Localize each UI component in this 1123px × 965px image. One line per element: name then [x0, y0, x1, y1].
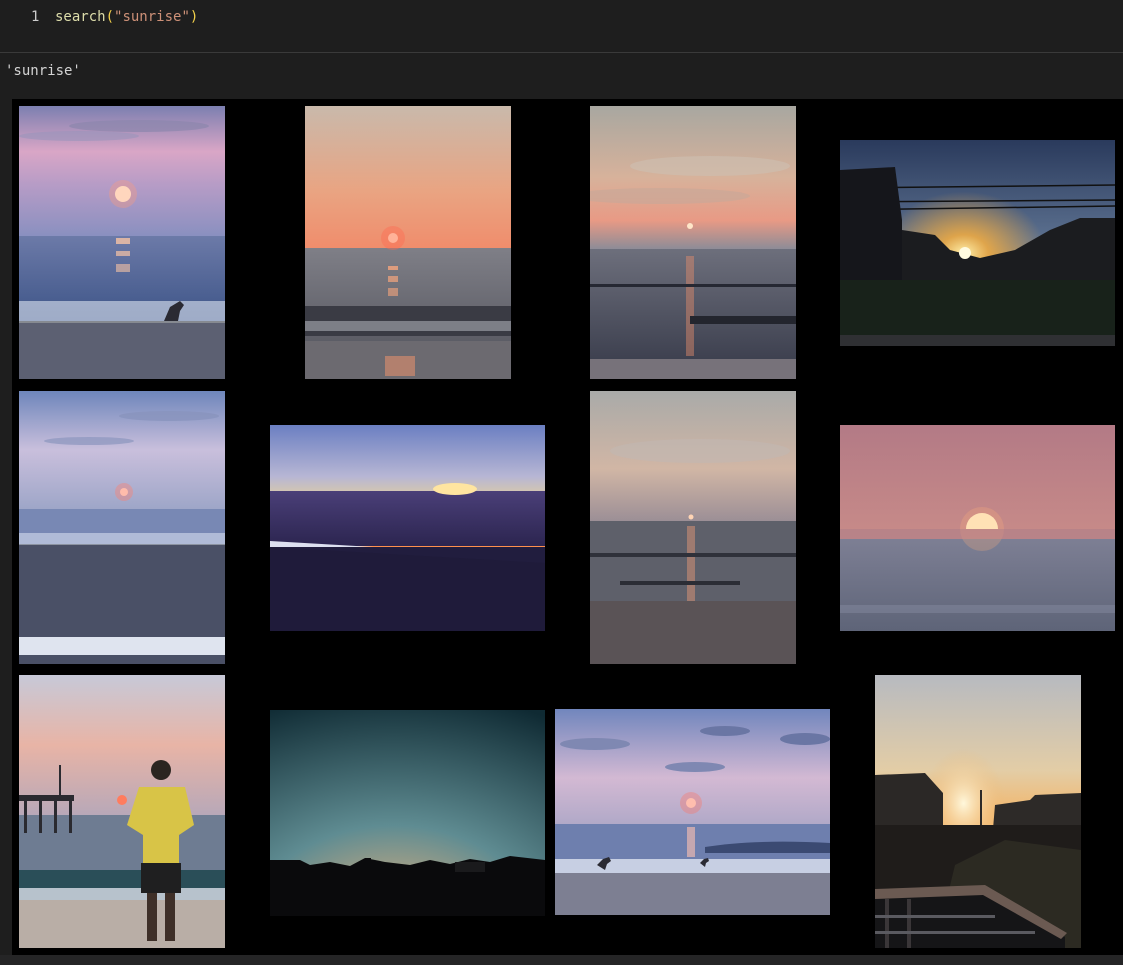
close-paren: ) — [189, 9, 199, 25]
sunrise-photo-2[interactable] — [305, 106, 511, 379]
sunrise-photo-4[interactable] — [840, 140, 1115, 346]
sunrise-photo-11[interactable] — [555, 709, 830, 915]
sunrise-photo-6[interactable] — [270, 425, 545, 631]
cell-output: 'sunrise' — [0, 53, 1123, 965]
sunrise-photo-10[interactable] — [270, 710, 545, 916]
sunrise-photo-1[interactable] — [19, 106, 225, 379]
code-cell-input[interactable]: 1 search("sunrise") — [0, 0, 1123, 53]
output-scrollbar-region[interactable] — [0, 955, 1123, 965]
sunrise-photo-5[interactable] — [19, 391, 225, 664]
sunrise-photo-3[interactable] — [590, 106, 796, 379]
function-name: search — [55, 9, 106, 25]
output-text: 'sunrise' — [5, 63, 81, 79]
sunrise-photo-9[interactable] — [19, 675, 225, 948]
open-paren: ( — [105, 9, 115, 25]
sunrise-photo-7[interactable] — [590, 391, 796, 664]
image-gallery — [12, 99, 1123, 955]
code-line[interactable]: search("sunrise") — [55, 9, 198, 25]
string-argument: "sunrise" — [114, 9, 190, 25]
sunrise-photo-8[interactable] — [840, 425, 1115, 631]
line-number: 1 — [31, 9, 40, 25]
sunrise-photo-12[interactable] — [875, 675, 1081, 948]
